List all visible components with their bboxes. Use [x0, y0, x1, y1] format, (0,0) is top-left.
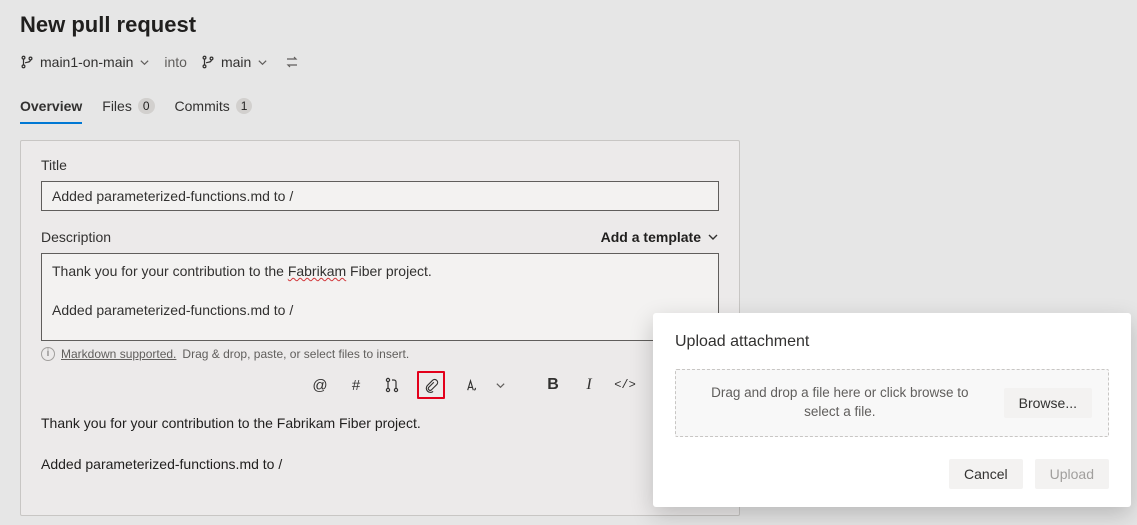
add-template-button[interactable]: Add a template	[601, 229, 719, 245]
bold-button[interactable]: B	[542, 374, 564, 396]
into-label: into	[164, 54, 187, 70]
source-branch-picker[interactable]: main1-on-main	[20, 54, 150, 70]
title-label: Title	[41, 157, 719, 173]
code-button[interactable]: </>	[614, 374, 636, 396]
chevron-down-icon	[139, 57, 150, 68]
text-format-icon	[463, 378, 478, 393]
upload-button[interactable]: Upload	[1035, 459, 1109, 489]
description-preview: Thank you for your contribution to the F…	[41, 413, 719, 475]
branch-icon	[20, 55, 34, 69]
italic-button[interactable]: I	[578, 374, 600, 396]
tab-label: Files	[102, 98, 132, 114]
page-title: New pull request	[20, 12, 1117, 38]
preview-paragraph: Added parameterized-functions.md to /	[41, 454, 719, 475]
tab-files[interactable]: Files 0	[102, 92, 154, 124]
pr-form-panel: Title Description Add a template Thank y…	[20, 140, 740, 516]
dropzone-text: Drag and drop a file here or click brows…	[692, 384, 988, 422]
dialog-title: Upload attachment	[675, 333, 1109, 351]
attach-file-button[interactable]	[420, 374, 442, 396]
text-format-button[interactable]	[459, 374, 481, 396]
tab-label: Commits	[175, 98, 230, 114]
cancel-button[interactable]: Cancel	[949, 459, 1023, 489]
title-input[interactable]	[41, 181, 719, 211]
tab-label: Overview	[20, 98, 82, 114]
add-template-label: Add a template	[601, 229, 701, 245]
description-label: Description	[41, 229, 111, 245]
mention-button[interactable]: @	[309, 374, 331, 396]
helper-text: Drag & drop, paste, or select files to i…	[182, 347, 409, 361]
swap-branches-button[interactable]	[282, 52, 302, 72]
chevron-down-icon	[257, 57, 268, 68]
swap-icon	[284, 54, 300, 70]
markdown-supported-link[interactable]: Markdown supported.	[61, 347, 176, 361]
upload-attachment-dialog: Upload attachment Drag and drop a file h…	[653, 313, 1131, 507]
branch-icon	[201, 55, 215, 69]
branch-selector-row: main1-on-main into main	[20, 52, 1117, 72]
tab-commits[interactable]: Commits 1	[175, 92, 253, 124]
paperclip-icon	[424, 378, 439, 393]
preview-paragraph: Thank you for your contribution to the F…	[41, 413, 719, 434]
attach-file-highlight	[417, 371, 445, 399]
chevron-down-icon	[707, 231, 719, 243]
file-dropzone[interactable]: Drag and drop a file here or click brows…	[675, 369, 1109, 437]
commits-count-badge: 1	[236, 98, 253, 114]
chevron-down-icon[interactable]	[495, 380, 506, 391]
pr-tabs: Overview Files 0 Commits 1	[20, 92, 1117, 124]
reference-button[interactable]: #	[345, 374, 367, 396]
source-branch-name: main1-on-main	[40, 54, 133, 70]
browse-button[interactable]: Browse...	[1004, 388, 1092, 418]
files-count-badge: 0	[138, 98, 155, 114]
target-branch-name: main	[221, 54, 251, 70]
pr-icon	[384, 377, 400, 393]
pull-request-link-button[interactable]	[381, 374, 403, 396]
target-branch-picker[interactable]: main	[201, 54, 268, 70]
description-textarea[interactable]: Thank you for your contribution to the F…	[41, 253, 719, 341]
info-icon: i	[41, 347, 55, 361]
tab-overview[interactable]: Overview	[20, 92, 82, 124]
